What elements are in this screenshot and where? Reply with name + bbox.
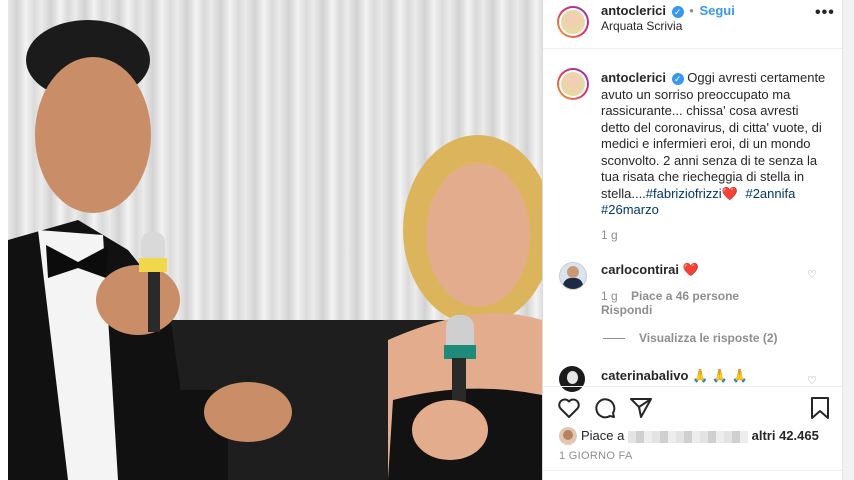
likes-prefix: Piace a (581, 428, 625, 443)
caption-line: medici e infermieri eroi, di un mondo (601, 136, 811, 151)
caption-line: tua risata che riecheggia di stella in (601, 169, 805, 184)
comment-text: ❤️ (682, 262, 699, 277)
caption-line: stella.... (601, 185, 646, 201)
comment-like-heart-icon[interactable]: ♡ (807, 268, 817, 281)
verified-badge-icon: ✓ (671, 5, 684, 18)
heart-icon[interactable] (557, 396, 581, 420)
comment-text: 🙏 🙏 🙏 (692, 368, 748, 383)
reply-button[interactable]: Rispondi (601, 303, 652, 317)
header-author: antoclerici ✓ • Segui (601, 3, 735, 18)
hashtag-link[interactable]: #26marzo (601, 202, 659, 217)
follow-button[interactable]: Segui (699, 3, 734, 18)
caption-avatar[interactable] (557, 68, 589, 100)
caption-line: rassicurante... chissa' cosa avresti (601, 103, 799, 118)
page-edge (842, 0, 854, 480)
commenter-avatar[interactable] (559, 366, 585, 392)
comment: caterinabalivo 🙏 🙏 🙏 (601, 368, 748, 384)
comment-username[interactable]: caterinabalivo (601, 368, 688, 383)
header-username[interactable]: antoclerici (601, 3, 666, 18)
photo-illustration (8, 20, 542, 480)
view-replies-button[interactable]: Visualizza le risposte (2) (639, 331, 778, 345)
caption-line: avuto un sorriso preoccupato ma (601, 86, 791, 102)
hashtag-link[interactable]: #fabriziofrizzi (646, 186, 722, 201)
post-date[interactable]: 1 GIORNO FA (559, 450, 633, 462)
likes-count: altri 42.465 (751, 428, 819, 443)
hashtag-link[interactable]: #2annifa (745, 186, 795, 201)
comment-username[interactable]: carlocontirai (601, 262, 679, 277)
caption-username[interactable]: antoclerici (601, 70, 666, 85)
heart-emoji: ❤️ (721, 185, 738, 201)
bookmark-icon[interactable] (809, 396, 831, 420)
caption-time[interactable]: 1 g (601, 228, 618, 242)
verified-badge-icon: ✓ (671, 72, 684, 85)
replies-line (603, 338, 625, 339)
post-photo[interactable] (8, 0, 542, 480)
post-caption: antoclerici ✓ Oggi avresti certamente av… (601, 70, 841, 219)
commenter-avatar[interactable] (559, 262, 587, 290)
caption-line: sconvolto. 2 anni senza di te senza la (601, 152, 818, 168)
blurred-name (628, 430, 748, 443)
more-options-icon[interactable]: ••• (815, 4, 835, 22)
comment-icon[interactable] (593, 396, 617, 420)
share-icon[interactable] (629, 396, 653, 420)
comment-likes[interactable]: Piace a 46 persone (631, 289, 739, 303)
comment-time[interactable]: 1 g (601, 289, 618, 303)
caption-line: detto del coronavirus, di citta' vuote, … (601, 119, 822, 135)
liker-avatar[interactable] (559, 427, 577, 445)
likes-summary[interactable]: Piace a altri 42.465 (581, 428, 819, 443)
post-location[interactable]: Arquata Scrivia (601, 19, 682, 33)
author-avatar[interactable] (557, 6, 589, 38)
caption-line: Oggi avresti certamente (687, 70, 826, 85)
comment-meta: 1 g Piace a 46 persone (601, 289, 739, 303)
post-sidebar: antoclerici ✓ • Segui Arquata Scrivia ••… (542, 0, 843, 480)
comment: carlocontirai ❤️ (601, 262, 699, 278)
